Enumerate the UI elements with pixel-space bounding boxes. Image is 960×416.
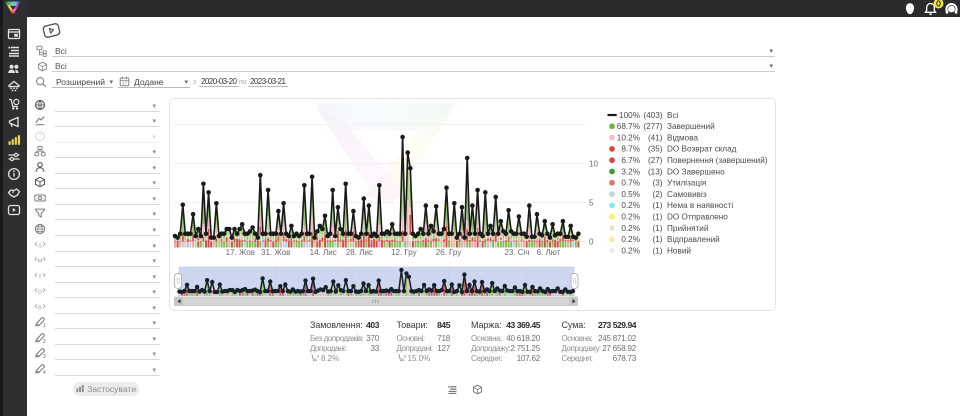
svg-text:6.7%: 6.7%	[621, 156, 640, 165]
svg-text:(1): (1)	[652, 235, 662, 244]
svg-text:10: 10	[589, 160, 598, 169]
svg-text:5: 5	[589, 199, 594, 208]
svg-text:Новий: Новий	[667, 246, 691, 255]
svg-text:(277): (277)	[643, 122, 662, 131]
svg-text:8.7%: 8.7%	[621, 145, 640, 154]
svg-text:(41): (41)	[648, 133, 663, 142]
svg-text:Самовивіз: Самовивіз	[667, 190, 707, 199]
svg-text:0.2%: 0.2%	[621, 235, 640, 244]
svg-text:(13): (13)	[648, 167, 663, 176]
svg-text:3.2%: 3.2%	[621, 167, 640, 176]
svg-text:6. Лют: 6. Лют	[537, 248, 561, 257]
svg-text:26. Гру: 26. Гру	[436, 248, 462, 257]
svg-text:Відправлений: Відправлений	[667, 235, 720, 244]
svg-text:Повернення (завершений): Повернення (завершений)	[667, 156, 768, 165]
svg-text:0.2%: 0.2%	[621, 246, 640, 255]
svg-text:(403): (403)	[643, 111, 662, 120]
svg-text:DO Отправлено: DO Отправлено	[667, 213, 728, 222]
svg-text:68.7%: 68.7%	[617, 122, 640, 131]
svg-text:Завершений: Завершений	[667, 122, 715, 131]
svg-text:17. Жов: 17. Жов	[226, 248, 255, 257]
svg-text:(1): (1)	[652, 224, 662, 233]
svg-text:(1): (1)	[652, 201, 662, 210]
svg-text:(35): (35)	[648, 145, 663, 154]
svg-text:Прийнятий: Прийнятий	[667, 224, 708, 233]
svg-text:(2): (2)	[652, 190, 662, 199]
svg-text:0: 0	[589, 238, 594, 247]
svg-text:0.5%: 0.5%	[621, 190, 640, 199]
svg-text:Відмова: Відмова	[667, 133, 698, 142]
svg-text:10.2%: 10.2%	[617, 133, 640, 142]
svg-text:(3): (3)	[652, 179, 662, 188]
svg-text:0.2%: 0.2%	[621, 224, 640, 233]
svg-text:0.7%: 0.7%	[621, 179, 640, 188]
svg-text:14. Лис: 14. Лис	[310, 248, 337, 257]
svg-text:(1): (1)	[652, 246, 662, 255]
svg-text:Утилізація: Утилізація	[667, 179, 706, 188]
svg-text:31. Жов: 31. Жов	[261, 248, 290, 257]
svg-text:100%: 100%	[619, 111, 640, 120]
svg-text:Нема в наявності: Нема в наявності	[667, 201, 733, 210]
svg-text:0.2%: 0.2%	[621, 213, 640, 222]
svg-text:(27): (27)	[648, 156, 663, 165]
svg-text:(1): (1)	[652, 213, 662, 222]
svg-text:12. Гру: 12. Гру	[391, 248, 417, 257]
svg-text:DO Завершено: DO Завершено	[667, 167, 725, 176]
svg-text:DO Возврат склад: DO Возврат склад	[667, 145, 737, 154]
svg-text:0.2%: 0.2%	[621, 201, 640, 210]
svg-text:23. Січ: 23. Січ	[504, 248, 529, 257]
svg-text:Всі: Всі	[667, 111, 679, 120]
svg-text:28. Лис: 28. Лис	[346, 248, 373, 257]
